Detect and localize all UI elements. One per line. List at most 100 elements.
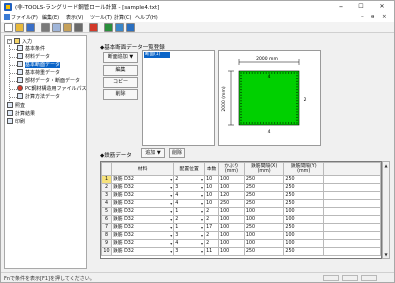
mdi-minimize-button[interactable]: – xyxy=(361,14,364,20)
cover-cell[interactable]: 100 xyxy=(218,183,245,192)
count-cell[interactable]: 10 xyxy=(204,175,220,184)
count-cell[interactable]: 2 xyxy=(204,207,220,216)
menu-edit[interactable]: 編集(E) xyxy=(42,14,59,21)
position-cell[interactable]: ▾ 3 xyxy=(173,183,206,192)
section-list-item[interactable]: 断面(1) xyxy=(144,52,170,58)
col-header-spacing-y[interactable]: 鉄筋間隔(Y) (mm) xyxy=(283,162,324,176)
table-row[interactable]: 2 ▾ 鉄筋 D32 ▾ 3 10 100 250 250 xyxy=(101,183,381,192)
table-row[interactable]: 10 ▾ 鉄筋 D32 ▾ 3 11 100 250 250 xyxy=(101,247,381,256)
position-cell[interactable]: ▾ 4 xyxy=(173,239,206,248)
empty-cell[interactable] xyxy=(322,231,381,240)
spacing-x-cell[interactable]: 250 xyxy=(243,247,285,256)
material-cell[interactable]: ▾ 鉄筋 D32 xyxy=(110,191,175,200)
menu-tools[interactable]: ツール(T) xyxy=(90,14,112,21)
spacing-x-cell[interactable]: 100 xyxy=(243,207,285,216)
table-row[interactable]: 6 ▾ 鉄筋 D32 ▾ 2 2 100 100 100 xyxy=(101,215,381,224)
count-cell[interactable]: 2 xyxy=(204,239,220,248)
empty-cell[interactable] xyxy=(322,239,381,248)
section-listbox[interactable]: 断面(1) xyxy=(142,50,215,146)
scroll-down-icon[interactable]: ▼ xyxy=(383,251,389,258)
dropdown-arrow-icon[interactable]: ▾ xyxy=(201,233,203,239)
spacing-x-cell[interactable]: 100 xyxy=(243,239,285,248)
add-rebar-button[interactable]: 追加 ▼ xyxy=(141,148,165,158)
material-cell[interactable]: ▾ 鉄筋 D32 xyxy=(110,199,175,208)
empty-cell[interactable] xyxy=(322,175,381,184)
scroll-up-icon[interactable]: ▲ xyxy=(383,162,389,169)
material-cell[interactable]: ▾ 鉄筋 D32 xyxy=(110,231,175,240)
position-cell[interactable]: ▾ 1 xyxy=(173,207,206,216)
spacing-x-cell[interactable]: 250 xyxy=(243,175,285,184)
dropdown-arrow-icon[interactable]: ▾ xyxy=(201,217,203,223)
material-cell[interactable]: ▾ 鉄筋 D32 xyxy=(110,247,175,256)
material-cell[interactable]: ▾ 鉄筋 D32 xyxy=(110,239,175,248)
collapse-icon[interactable]: - xyxy=(7,39,12,44)
mdi-close-button[interactable]: × xyxy=(382,14,387,20)
paste-icon[interactable] xyxy=(63,23,72,32)
dropdown-arrow-icon[interactable]: ▾ xyxy=(201,201,203,207)
material-cell[interactable]: ▾ 鉄筋 D32 xyxy=(110,215,175,224)
tree-item-results[interactable]: 計算結果 xyxy=(7,110,35,117)
count-cell[interactable]: 10 xyxy=(204,183,220,192)
spacing-y-cell[interactable]: 100 xyxy=(283,231,324,240)
col-header-cover[interactable]: かぶり (mm) xyxy=(218,162,245,176)
menu-file[interactable]: ファイル(F) xyxy=(4,14,38,21)
tree-item-basic-section[interactable]: 基本断面データ xyxy=(17,61,61,68)
dropdown-arrow-icon[interactable]: ▾ xyxy=(201,249,203,255)
menu-help[interactable]: ヘルプ(H) xyxy=(135,14,158,21)
mdi-restore-button[interactable]: ɵ xyxy=(371,14,374,20)
table-row[interactable]: 9 ▾ 鉄筋 D32 ▾ 4 2 100 100 100 xyxy=(101,239,381,248)
table-row[interactable]: 3 ▾ 鉄筋 D32 ▾ 4 10 120 250 250 xyxy=(101,191,381,200)
spacing-y-cell[interactable]: 250 xyxy=(283,175,324,184)
tree-item-basic-conditions[interactable]: 基本条件 xyxy=(17,45,45,52)
cover-cell[interactable]: 250 xyxy=(218,199,245,208)
dropdown-arrow-icon[interactable]: ▾ xyxy=(170,185,172,191)
empty-cell[interactable] xyxy=(322,199,381,208)
new-icon[interactable] xyxy=(4,23,13,32)
close-button[interactable]: ✕ xyxy=(374,1,390,13)
position-cell[interactable]: ▾ 1 xyxy=(173,223,206,232)
tree-item-check[interactable]: 照査 xyxy=(7,102,25,109)
cover-cell[interactable]: 120 xyxy=(218,191,245,200)
dropdown-arrow-icon[interactable]: ▾ xyxy=(170,225,172,231)
count-cell[interactable]: 10 xyxy=(204,191,220,200)
count-cell[interactable]: 17 xyxy=(204,223,220,232)
spacing-x-cell[interactable]: 100 xyxy=(243,231,285,240)
dropdown-arrow-icon[interactable]: ▾ xyxy=(170,177,172,183)
table-row[interactable]: 1 ▾ 鉄筋 D32 ▾ 2 10 100 250 250 xyxy=(101,175,381,184)
spacing-x-cell[interactable]: 250 xyxy=(243,223,285,232)
position-cell[interactable]: ▾ 2 xyxy=(173,175,206,184)
tree-item-calc-method[interactable]: 計算方法データ xyxy=(17,93,60,100)
dropdown-arrow-icon[interactable]: ▾ xyxy=(170,249,172,255)
dropdown-arrow-icon[interactable]: ▾ xyxy=(201,225,203,231)
cover-cell[interactable]: 100 xyxy=(218,247,245,256)
empty-cell[interactable] xyxy=(322,183,381,192)
count-cell[interactable]: 2 xyxy=(204,231,220,240)
open-icon[interactable] xyxy=(15,23,24,32)
calc-icon[interactable] xyxy=(104,23,113,32)
col-header-material[interactable]: 材料 xyxy=(110,162,175,176)
spacing-x-cell[interactable]: 250 xyxy=(243,191,285,200)
menu-calc[interactable]: 計算(C) xyxy=(114,14,131,21)
tree-item-pc-file[interactable]: PC鋼材構造用ファイルパス xyxy=(17,85,87,92)
col-header-count[interactable]: 本数 xyxy=(204,162,220,176)
dropdown-arrow-icon[interactable]: ▾ xyxy=(170,209,172,215)
copy-icon[interactable] xyxy=(52,23,61,32)
dropdown-arrow-icon[interactable]: ▾ xyxy=(170,217,172,223)
dropdown-arrow-icon[interactable]: ▾ xyxy=(170,193,172,199)
table-row[interactable]: 7 ▾ 鉄筋 D32 ▾ 1 17 100 250 250 xyxy=(101,223,381,232)
material-cell[interactable]: ▾ 鉄筋 D32 xyxy=(110,207,175,216)
empty-cell[interactable] xyxy=(322,191,381,200)
cover-cell[interactable]: 100 xyxy=(218,231,245,240)
dropdown-arrow-icon[interactable]: ▾ xyxy=(170,241,172,247)
dropdown-arrow-icon[interactable]: ▾ xyxy=(201,177,203,183)
spacing-y-cell[interactable]: 100 xyxy=(283,239,324,248)
edit-section-button[interactable]: 編集 xyxy=(103,65,138,76)
dropdown-arrow-icon[interactable]: ▾ xyxy=(201,241,203,247)
material-cell[interactable]: ▾ 鉄筋 D32 xyxy=(110,175,175,184)
table-scrollbar[interactable]: ▲ ▼ xyxy=(382,161,390,259)
table-row[interactable]: 5 ▾ 鉄筋 D32 ▾ 1 2 100 100 100 xyxy=(101,207,381,216)
dropdown-arrow-icon[interactable]: ▾ xyxy=(170,201,172,207)
minimize-button[interactable]: – xyxy=(333,1,349,13)
table-row[interactable]: 8 ▾ 鉄筋 D32 ▾ 3 2 100 100 100 xyxy=(101,231,381,240)
cover-cell[interactable]: 100 xyxy=(218,175,245,184)
